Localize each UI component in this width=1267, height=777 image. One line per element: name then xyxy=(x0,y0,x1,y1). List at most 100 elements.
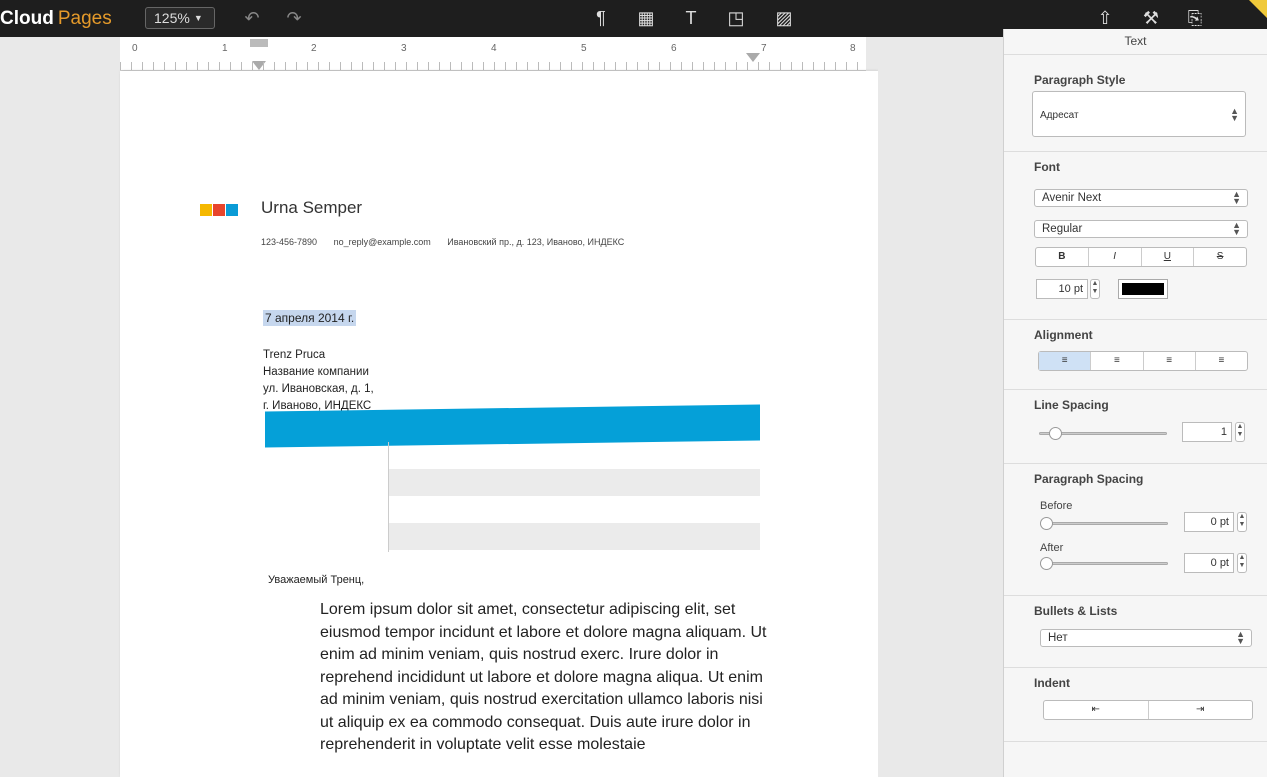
line-spacing-input[interactable]: 1 xyxy=(1182,422,1232,442)
font-size-input[interactable]: 10 pt xyxy=(1036,279,1088,299)
sender-email: no_reply@example.com xyxy=(333,237,431,247)
shape-icon[interactable]: ◳ xyxy=(722,4,750,32)
table-row xyxy=(389,496,760,523)
spacing-before-input[interactable]: 0 pt xyxy=(1184,512,1234,532)
ruler-mark: 7 xyxy=(761,43,767,54)
ruler-right-indent[interactable] xyxy=(746,53,760,62)
format-sidebar: Text Paragraph Style Адресат ▲ ▼ Font Ave… xyxy=(1003,29,1267,777)
section-label: Alignment xyxy=(1034,328,1093,342)
paragraph-style-value: Адресат xyxy=(1040,110,1079,121)
spacing-before-stepper[interactable]: ▲ ▼ xyxy=(1237,512,1247,532)
app-brand: Cloud Pages xyxy=(0,8,112,30)
body-paragraph[interactable]: Lorem ipsum dolor sit amet, consectetur … xyxy=(320,599,770,757)
line-spacing-stepper[interactable]: ▲ ▼ xyxy=(1235,422,1245,442)
sender-name[interactable]: Urna Semper xyxy=(261,198,362,218)
table-row xyxy=(389,442,760,469)
sidebar-title[interactable]: Text xyxy=(1004,29,1267,55)
text-style-buttons: B I U S xyxy=(1035,247,1247,267)
redo-icon[interactable]: ↷ xyxy=(280,4,308,32)
wrench-icon[interactable]: ⚒ xyxy=(1137,4,1165,32)
bullets-select[interactable]: Нет ▲ ▼ xyxy=(1040,629,1252,647)
table-row xyxy=(389,523,760,550)
line-spacing-slider-knob[interactable] xyxy=(1049,427,1062,440)
section-label: Indent xyxy=(1034,676,1070,690)
spacing-after-slider[interactable] xyxy=(1040,562,1168,565)
zoom-value: 125% xyxy=(154,10,190,26)
salutation[interactable]: Уважаемый Тренц, xyxy=(268,574,364,586)
align-left-icon[interactable]: ≡ xyxy=(1039,352,1092,370)
section-label: Font xyxy=(1034,160,1060,174)
spacing-after-input[interactable]: 0 pt xyxy=(1184,553,1234,573)
sender-address: Ивановский пр., д. 123, Иваново, ИНДЕКС xyxy=(447,237,625,247)
sidebar-footer xyxy=(1004,741,1267,777)
font-color-well[interactable] xyxy=(1118,279,1168,299)
undo-icon[interactable]: ↶ xyxy=(238,4,266,32)
left-margin-area xyxy=(0,37,120,777)
chevron-down-icon: ▼ xyxy=(193,13,203,23)
ruler-mark: 1 xyxy=(222,43,228,54)
font-size-stepper[interactable]: ▲ ▼ xyxy=(1090,279,1100,299)
ruler-mark: 8 xyxy=(850,43,856,54)
indent-buttons: ⇤ ⇥ xyxy=(1043,700,1253,720)
spacing-before-slider-knob[interactable] xyxy=(1040,517,1053,530)
corner-badge xyxy=(1249,0,1267,18)
app-window: Cloud Pages 125% ▼ ↶ ↷ ¶ ▦ T ◳ ▨ ⇧ ⚒ ⎘ 0 1… xyxy=(0,0,1267,777)
recipient-address[interactable]: Trenz Pruca Название компании ул. Иванов… xyxy=(263,347,374,415)
brand-cloud: Cloud xyxy=(0,8,54,29)
sender-phone: 123-456-7890 xyxy=(261,237,318,247)
strikethrough-button[interactable]: S xyxy=(1194,248,1246,266)
recipient-line: Название компании xyxy=(263,366,369,378)
logo xyxy=(200,203,239,221)
right-margin-area xyxy=(878,37,1003,777)
underline-button[interactable]: U xyxy=(1142,248,1195,266)
sender-contacts[interactable]: 123-456-7890 no_reply@example.com Иванов… xyxy=(261,237,638,247)
ruler[interactable]: 0 1 2 3 4 5 6 7 8 xyxy=(120,37,866,71)
document-icon[interactable]: ⎘ xyxy=(1181,4,1209,32)
section-label: Line Spacing xyxy=(1034,398,1109,412)
font-style-select[interactable]: Regular ▲ ▼ xyxy=(1034,220,1248,238)
align-right-icon[interactable]: ≡ xyxy=(1144,352,1196,370)
ruler-mark: 5 xyxy=(581,43,587,54)
recipient-line: Trenz Pruca xyxy=(263,349,326,361)
table-row xyxy=(389,469,760,496)
decrease-indent-icon[interactable]: ⇤ xyxy=(1044,701,1149,719)
stepper-arrows-icon: ▲ ▼ xyxy=(1236,629,1245,646)
align-center-icon[interactable]: ≡ xyxy=(1091,352,1144,370)
increase-indent-icon[interactable]: ⇥ xyxy=(1149,701,1253,719)
after-label: After xyxy=(1040,542,1064,554)
ruler-ticks xyxy=(120,62,866,70)
zoom-select[interactable]: 125% ▼ xyxy=(145,7,215,29)
spacing-before-slider[interactable] xyxy=(1040,522,1168,525)
bullets-value: Нет xyxy=(1048,632,1068,644)
table-icon[interactable]: ▦ xyxy=(632,4,660,32)
share-icon[interactable]: ⇧ xyxy=(1091,4,1119,32)
section-label: Paragraph Spacing xyxy=(1034,472,1144,486)
paragraph-icon[interactable]: ¶ xyxy=(587,4,615,32)
text-box-icon[interactable]: T xyxy=(677,4,705,32)
font-style-value: Regular xyxy=(1042,223,1083,235)
font-family-value: Avenir Next xyxy=(1042,192,1102,204)
alignment-buttons: ≡ ≡ ≡ ≡ xyxy=(1038,351,1248,371)
section-label: Paragraph Style xyxy=(1034,73,1126,87)
italic-button[interactable]: I xyxy=(1089,248,1142,266)
align-justify-icon[interactable]: ≡ xyxy=(1196,352,1247,370)
before-label: Before xyxy=(1040,500,1073,512)
ruler-mark: 0 xyxy=(132,43,138,54)
letter-date[interactable]: 7 апреля 2014 г. xyxy=(263,310,357,326)
table-placeholder[interactable] xyxy=(388,442,760,552)
brand-pages: Pages xyxy=(57,8,112,29)
ruler-indent-handle[interactable] xyxy=(250,39,268,47)
section-label: Bullets & Lists xyxy=(1034,604,1118,618)
ruler-mark: 6 xyxy=(671,43,677,54)
paragraph-style-select[interactable]: Адресат ▲ ▼ xyxy=(1032,91,1246,137)
stepper-arrows-icon: ▲ ▼ xyxy=(1232,220,1241,237)
document-page[interactable]: Urna Semper 123-456-7890 no_reply@exampl… xyxy=(120,71,878,777)
font-color-swatch xyxy=(1122,283,1164,295)
ruler-mark: 4 xyxy=(491,43,497,54)
recipient-line: ул. Ивановская, д. 1, xyxy=(263,383,374,395)
spacing-after-slider-knob[interactable] xyxy=(1040,557,1053,570)
spacing-after-stepper[interactable]: ▲ ▼ xyxy=(1237,553,1247,573)
image-icon[interactable]: ▨ xyxy=(770,4,798,32)
bold-button[interactable]: B xyxy=(1036,248,1089,266)
font-family-select[interactable]: Avenir Next ▲ ▼ xyxy=(1034,189,1248,207)
